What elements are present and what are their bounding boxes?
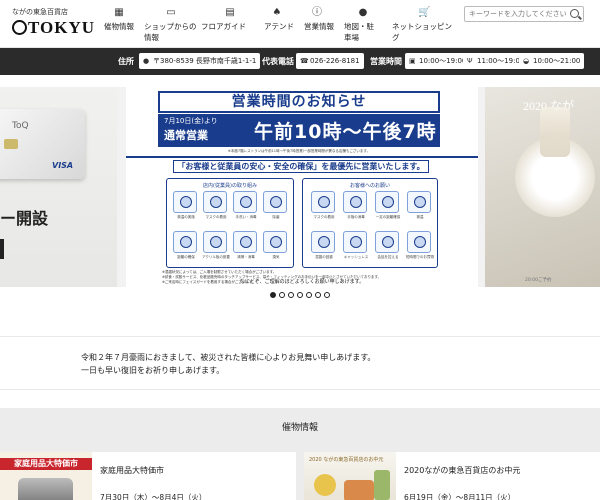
food-icon: ◒ — [523, 57, 530, 65]
logo-wordmark: TOKYU — [12, 18, 95, 38]
carousel-pagination — [268, 292, 331, 300]
nav-item-online-shopping[interactable]: 🛒 ネットショッピング — [392, 8, 452, 43]
events-section-title: 催物情報 — [281, 423, 318, 433]
restaurant-icon: Ψ — [467, 57, 473, 65]
staff-measure-item: 手洗い・消毒 — [233, 191, 257, 219]
staff-measure-item: 除菌 — [263, 191, 287, 219]
hero-carousel[interactable]: ToQ VISA ー開設 営業時間のお知らせ 7月10日(金)より 通常営業 午… — [0, 87, 600, 287]
calendar-icon: ▦ — [114, 7, 124, 18]
hours-label: 営業時間 — [370, 57, 402, 66]
map-pin-icon: ● — [358, 7, 368, 18]
customer-request-item: 会話を控える — [375, 231, 399, 259]
staff-measures-group: 店内(従業員)の取り組み 検温の実施 マスクの着用 手洗い・消毒 除菌 距離の確… — [166, 178, 294, 268]
site-header: ながの東急百貨店 TOKYU ▦ 催物情報 ▭ ショップからの情報 ▤ フロアガ… — [0, 0, 600, 48]
carousel-dot-2[interactable] — [278, 292, 285, 298]
banner-hours-note: ※本館7階レストランは午前11時～午後7時営業/一部営業時間が異なる店舗もござい… — [227, 149, 371, 153]
notice-line-2: 一日も早い復旧をお祈り申しあげます。 — [81, 366, 225, 375]
banner-message: 「お客様と従業員の安心・安全の確保」を最優先に営業いたします。 — [166, 160, 436, 173]
notice-line-1: 令和２年７月豪雨におきまして、被災された皆様に心よりお見舞い申しあげます。 — [81, 353, 376, 362]
hours-box-food: ◒ 10:00～21:00 — [519, 53, 585, 69]
carousel-dot-3[interactable] — [287, 292, 294, 298]
nav-item-attend[interactable]: ♠ アテンド — [264, 8, 294, 32]
customer-requests-group: お客様へのお願い マスクの着用 手指の消毒 一定の距離確保 検温 混雑の回避 キ… — [302, 178, 438, 268]
gift-image — [374, 470, 390, 500]
store-logo[interactable]: ながの東急百貨店 TOKYU — [12, 7, 102, 37]
phone-text: 026-226-8181 — [310, 57, 360, 65]
address-label: 住所 — [118, 57, 134, 66]
credit-card-image: ToQ VISA — [0, 109, 85, 179]
info-icon: ⓘ — [312, 7, 322, 18]
nav-item-events[interactable]: ▦ 催物情報 — [104, 8, 138, 32]
slide-next[interactable]: 2020 なが 20:00ご予約 — [485, 87, 600, 287]
customer-request-item: 検温 — [407, 191, 431, 219]
shopping-bag-icon: ▭ — [166, 7, 176, 18]
staff-measure-item: アクリル板の設置 — [202, 231, 230, 259]
customer-request-item: 一定の距離確保 — [375, 191, 400, 219]
carousel-dot-4[interactable] — [296, 292, 303, 298]
bell-icon: ♠ — [272, 7, 282, 18]
banner-title: 営業時間のお知らせ — [158, 91, 440, 113]
staff-measure-item: マスクの着用 — [203, 191, 227, 219]
search-input[interactable] — [469, 8, 569, 20]
event-card[interactable]: 2020 ながの東急百貨店のお中元 2020ながの東急百貨店のお中元 6月19日… — [304, 452, 600, 500]
banner-hours-block: 7月10日(金)より 通常営業 午前10時～午後7時 — [158, 114, 440, 147]
disaster-notice: 令和２年７月豪雨におきまして、被災された皆様に心よりお見舞い申しあげます。 一日… — [0, 336, 600, 390]
address-box[interactable]: ● 〒380-8539 長野市南千歳1-1-1 — [139, 53, 261, 69]
nav-item-store-info[interactable]: ⓘ 営業情報 — [304, 8, 334, 32]
search-box — [464, 6, 584, 22]
event-date: 7月30日（木）～8月4日（火） — [100, 493, 207, 500]
slide-previous[interactable]: ToQ VISA ー開設 — [0, 87, 117, 287]
store-info-bar: 住所 ● 〒380-8539 長野市南千歳1-1-1 代表電話 ☎ 026-22… — [0, 48, 600, 75]
slide-next-footer: 20:00ご予約 — [525, 278, 552, 283]
event-thumbnail: 家庭用品大特価市 — [0, 452, 92, 500]
product-image — [18, 478, 73, 500]
staff-measure-item: 距離の確保 — [173, 231, 197, 259]
phone-box[interactable]: ☎ 026-226-8181 — [296, 53, 364, 69]
logo-subtitle: ながの東急百貨店 — [12, 8, 68, 16]
event-card[interactable]: 家庭用品大特価市 家庭用品大特価市 7月30日（木）～8月4日（火） — [0, 452, 296, 500]
address-text: 〒380-8539 長野市南千歳1-1-1 — [153, 57, 257, 65]
staff-measure-item: 清掃・消毒 — [233, 231, 257, 259]
gift-image — [344, 480, 374, 500]
carousel-dot-5[interactable] — [305, 292, 312, 298]
staff-measure-item: 検温の実施 — [173, 191, 197, 219]
map-pin-icon: ● — [143, 57, 150, 65]
slide-previous-bar — [0, 239, 4, 259]
carousel-dot-7[interactable] — [323, 292, 330, 298]
event-name: 家庭用品大特価市 — [100, 466, 164, 475]
nav-item-map-parking[interactable]: ● 地図・駐車場 — [344, 8, 378, 43]
logo-circle-icon — [12, 20, 27, 35]
customer-request-item: 短時間でのお買物 — [406, 231, 434, 259]
nav-item-shop-info[interactable]: ▭ ショップからの情報 — [144, 8, 198, 43]
event-name: 2020ながの東急百貨店のお中元 — [404, 466, 521, 475]
gift-image — [314, 474, 336, 496]
banner-divider — [126, 156, 478, 158]
floor-guide-icon: ▤ — [225, 7, 235, 18]
customer-request-item: キャッシュレス — [343, 231, 368, 259]
event-thumbnail: 2020 ながの東急百貨店のお中元 — [304, 452, 396, 500]
events-section: 催物情報 家庭用品大特価市 家庭用品大特価市 7月30日（木）～8月4日（火） … — [0, 408, 600, 500]
phone-icon: ☎ — [300, 57, 309, 65]
card-chip — [4, 139, 18, 149]
carousel-dot-1[interactable] — [269, 292, 276, 298]
shop-icon: ▣ — [409, 57, 416, 65]
phone-label: 代表電話 — [262, 57, 294, 66]
slide-previous-text: ー開設 — [0, 209, 49, 228]
staff-measure-item: 換気 — [263, 231, 287, 259]
nav-item-floor-guide[interactable]: ▤ フロアガイド — [201, 8, 249, 32]
banner-closing: なにとぞ、ご理解のほどよろしくお願い申しあげます。 — [239, 279, 365, 285]
cart-icon: 🛒 — [418, 7, 431, 18]
slide-current-banner[interactable]: 営業時間のお知らせ 7月10日(金)より 通常営業 午前10時～午後7時 ※本館… — [126, 87, 478, 287]
hours-box-store: ▣ 10:00～19:00 — [405, 53, 471, 69]
customer-request-item: 混雑の回避 — [311, 231, 335, 259]
customer-request-item: マスクの着用 — [311, 191, 335, 219]
search-icon[interactable] — [570, 9, 579, 18]
carousel-dot-6[interactable] — [314, 292, 321, 298]
glass-image — [540, 107, 570, 157]
safety-measures-grid: 店内(従業員)の取り組み 検温の実施 マスクの着用 手洗い・消毒 除菌 距離の確… — [166, 178, 438, 268]
event-date: 6月19日（金）～8月11日（火） — [404, 493, 516, 500]
customer-request-item: 手指の消毒 — [343, 191, 367, 219]
